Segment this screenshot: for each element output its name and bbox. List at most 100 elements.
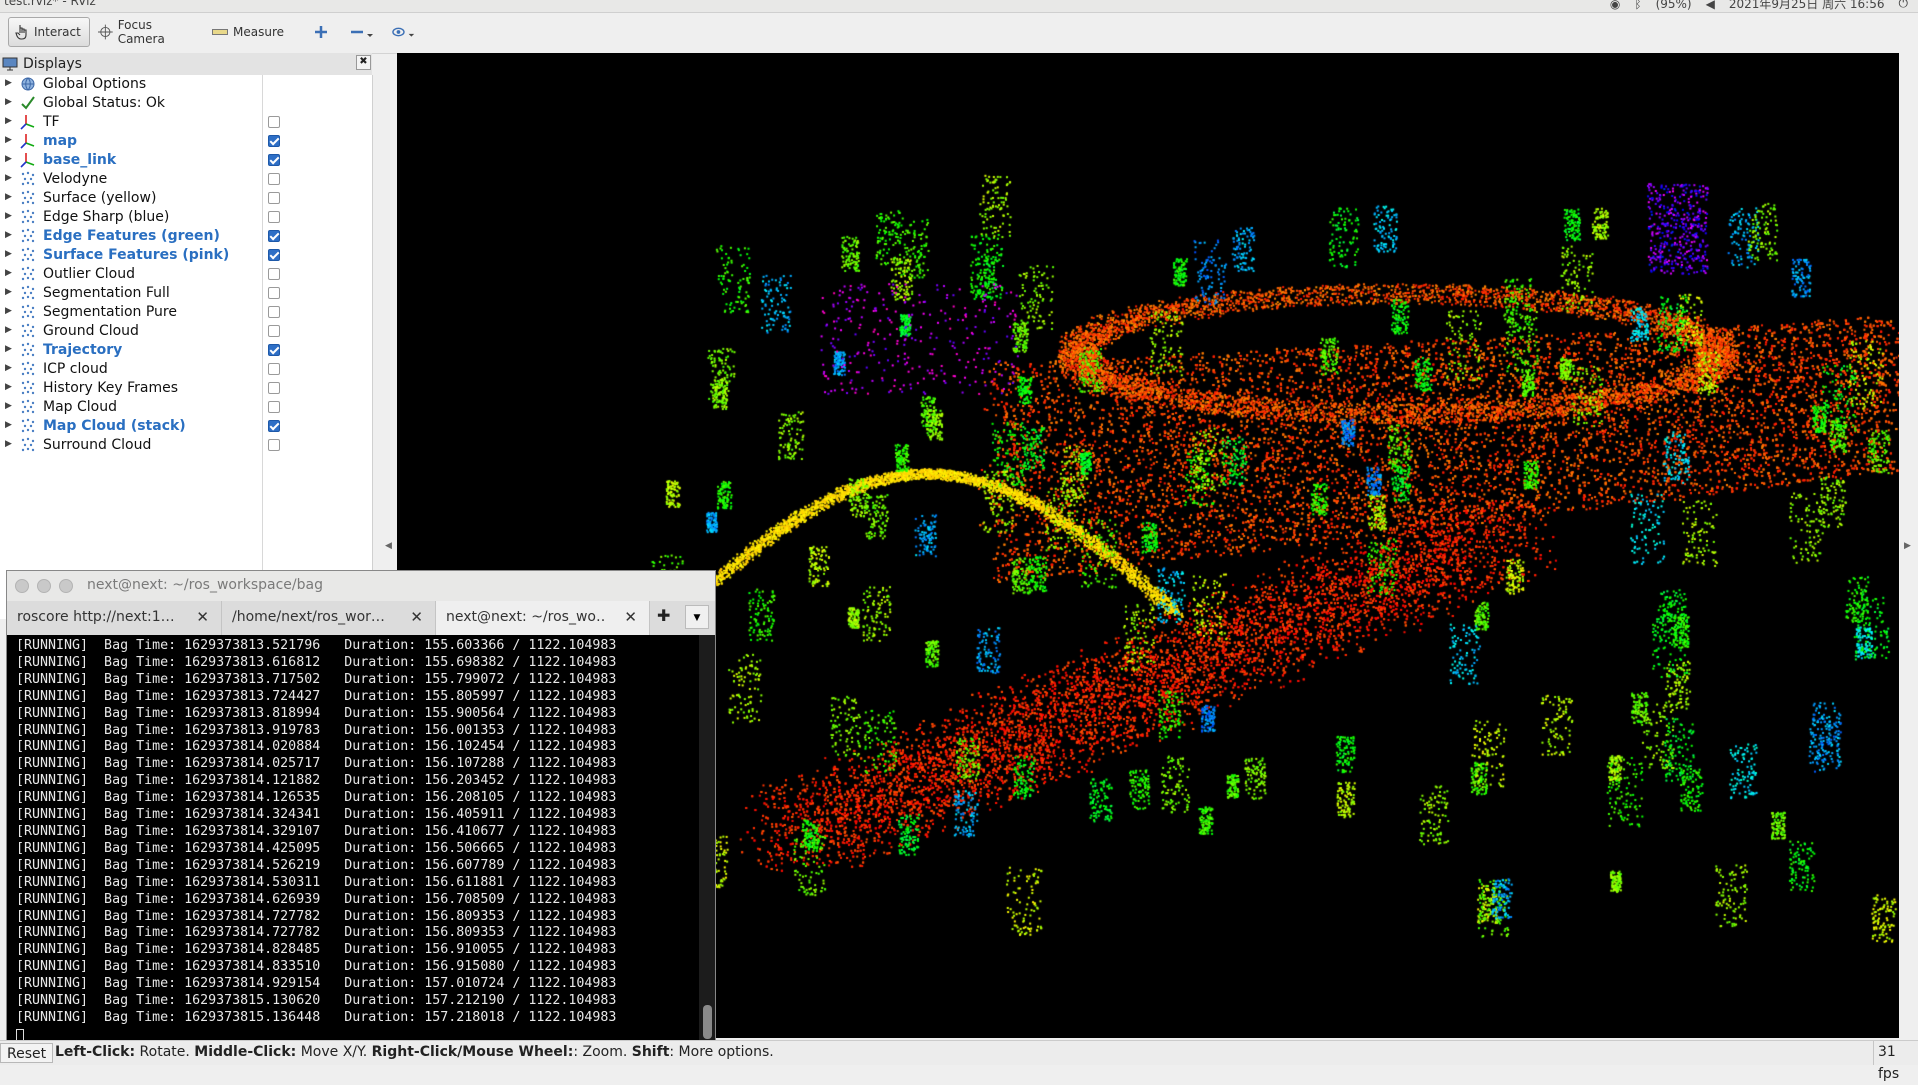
bluetooth-icon[interactable]: ᛒ [1634, 0, 1641, 11]
expand-arrow-icon[interactable]: ▶ [5, 344, 12, 354]
system-top-bar: test.rviz* - RViz ◉ ᛒ (95%) ◀ 2021年9月25日… [0, 0, 1918, 13]
close-tab-icon[interactable]: ✕ [624, 608, 637, 626]
volume-icon[interactable]: ◀ [1706, 0, 1715, 11]
clock[interactable]: 2021年9月25日 周六 16:56 [1729, 0, 1885, 12]
display-item[interactable]: ▶ Map Cloud (stack) [0, 417, 372, 436]
expand-arrow-icon[interactable]: ▶ [5, 154, 12, 164]
new-tab-plus-icon[interactable]: ✚ [657, 606, 670, 625]
expand-arrow-icon[interactable]: ▶ [5, 97, 12, 107]
display-item[interactable]: ▶ Segmentation Full [0, 284, 372, 303]
displays-tree[interactable]: ▶ Global Options ▶ Global Status: Ok ▶ TF ▶ map… [0, 75, 373, 619]
collapse-left-icon[interactable]: ◀ [385, 541, 392, 551]
display-enable-checkbox[interactable] [268, 230, 280, 242]
close-icon[interactable]: ✖ [356, 55, 371, 70]
display-item-label: Surround Cloud [43, 437, 152, 453]
expand-arrow-icon[interactable]: ▶ [5, 439, 12, 449]
expand-arrow-icon[interactable]: ▶ [5, 116, 12, 126]
pointcloud-icon [20, 171, 36, 187]
status-bar: Reset Left-Click: Rotate. Middle-Click: … [0, 1040, 1918, 1082]
expand-arrow-icon[interactable]: ▶ [5, 382, 12, 392]
display-enable-checkbox[interactable] [268, 439, 280, 451]
expand-arrow-icon[interactable]: ▶ [5, 211, 12, 221]
expand-arrow-icon[interactable]: ▶ [5, 420, 12, 430]
expand-arrow-icon[interactable]: ▶ [5, 268, 12, 278]
display-item[interactable]: ▶ Trajectory [0, 341, 372, 360]
display-item[interactable]: ▶ Outlier Cloud [0, 265, 372, 284]
terminal-line: [RUNNING] Bag Time: 1629373814.626939 Du… [16, 891, 617, 907]
tab-bag-active[interactable]: next@next: ~/ros_wo… ✕ [436, 601, 650, 635]
expand-arrow-icon[interactable]: ▶ [5, 192, 12, 202]
display-enable-checkbox[interactable] [268, 173, 280, 185]
view-tool-button[interactable] [386, 17, 422, 47]
reset-button[interactable]: Reset [0, 1043, 54, 1063]
display-item[interactable]: ▶ map [0, 132, 372, 151]
display-enable-checkbox[interactable] [268, 287, 280, 299]
display-enable-checkbox[interactable] [268, 211, 280, 223]
display-enable-checkbox[interactable] [268, 268, 280, 280]
pointcloud-icon [20, 380, 36, 396]
expand-arrow-icon[interactable]: ▶ [5, 135, 12, 145]
interact-tool-button[interactable]: Interact [8, 17, 90, 47]
display-item[interactable]: ▶ base_link [0, 151, 372, 170]
display-enable-checkbox[interactable] [268, 306, 280, 318]
display-item[interactable]: ▶ History Key Frames [0, 379, 372, 398]
expand-arrow-icon[interactable]: ▶ [5, 306, 12, 316]
terminal-titlebar[interactable]: next@next: ~/ros_workspace/bag [7, 571, 715, 601]
expand-arrow-icon[interactable]: ▶ [5, 173, 12, 183]
display-enable-checkbox[interactable] [268, 325, 280, 337]
display-item[interactable]: ▶ Global Status: Ok [0, 94, 372, 113]
expand-arrow-icon[interactable]: ▶ [5, 363, 12, 373]
terminal-window[interactable]: next@next: ~/ros_workspace/bag roscore h… [6, 570, 716, 1042]
display-item[interactable]: ▶ Map Cloud [0, 398, 372, 417]
expand-arrow-icon[interactable]: ▶ [5, 401, 12, 411]
display-enable-checkbox[interactable] [268, 420, 280, 432]
display-item[interactable]: ▶ Edge Sharp (blue) [0, 208, 372, 227]
display-enable-checkbox[interactable] [268, 135, 280, 147]
check-icon [20, 95, 36, 111]
display-enable-checkbox[interactable] [268, 249, 280, 261]
power-icon[interactable]: ⏻ [1899, 0, 1909, 11]
collapse-right-icon[interactable]: ▶ [1904, 541, 1911, 551]
close-tab-icon[interactable]: ✕ [196, 608, 209, 626]
display-item[interactable]: ▶ Ground Cloud [0, 322, 372, 341]
tab-roscore[interactable]: roscore http://next:1… ✕ [7, 601, 222, 635]
display-item[interactable]: ▶ Velodyne [0, 170, 372, 189]
network-icon[interactable]: ◉ [1610, 0, 1620, 11]
display-enable-checkbox[interactable] [268, 382, 280, 394]
terminal-scrollbar-thumb[interactable] [703, 1005, 712, 1039]
display-item[interactable]: ▶ Global Options [0, 75, 372, 94]
terminal-output[interactable]: [RUNNING] Bag Time: 1629373813.521796 Du… [7, 635, 699, 1041]
display-enable-checkbox[interactable] [268, 192, 280, 204]
eye-dropdown-icon [392, 27, 415, 37]
expand-arrow-icon[interactable]: ▶ [5, 230, 12, 240]
right-dock-strip: ▶ [1899, 53, 1918, 1038]
battery-label[interactable]: (95%) [1656, 0, 1692, 11]
expand-arrow-icon[interactable]: ▶ [5, 325, 12, 335]
minimize-window-icon[interactable] [37, 579, 51, 593]
close-tab-icon[interactable]: ✕ [410, 608, 423, 626]
tab-home[interactable]: /home/next/ros_wor… ✕ [222, 601, 436, 635]
measure-tool-button[interactable]: Measure [206, 17, 296, 47]
display-enable-checkbox[interactable] [268, 363, 280, 375]
expand-arrow-icon[interactable]: ▶ [5, 78, 12, 88]
display-item[interactable]: ▶ Segmentation Pure [0, 303, 372, 322]
display-enable-checkbox[interactable] [268, 154, 280, 166]
focus-camera-tool-button[interactable]: Focus Camera [92, 17, 202, 47]
maximize-window-icon[interactable] [59, 579, 73, 593]
display-item[interactable]: ▶ TF [0, 113, 372, 132]
display-item[interactable]: ▶ Surface Features (pink) [0, 246, 372, 265]
expand-arrow-icon[interactable]: ▶ [5, 249, 12, 259]
close-window-icon[interactable] [15, 579, 29, 593]
display-enable-checkbox[interactable] [268, 116, 280, 128]
display-item[interactable]: ▶ Surround Cloud [0, 436, 372, 455]
expand-arrow-icon[interactable]: ▶ [5, 287, 12, 297]
display-item[interactable]: ▶ Surface (yellow) [0, 189, 372, 208]
display-enable-checkbox[interactable] [268, 344, 280, 356]
tab-menu-chevron-icon[interactable]: ▼ [685, 605, 709, 629]
display-enable-checkbox[interactable] [268, 401, 280, 413]
display-item[interactable]: ▶ Edge Features (green) [0, 227, 372, 246]
display-item[interactable]: ▶ ICP cloud [0, 360, 372, 379]
add-tool-button[interactable] [308, 17, 338, 47]
terminal-scrollbar[interactable] [699, 635, 715, 1041]
remove-tool-button[interactable] [344, 17, 380, 47]
